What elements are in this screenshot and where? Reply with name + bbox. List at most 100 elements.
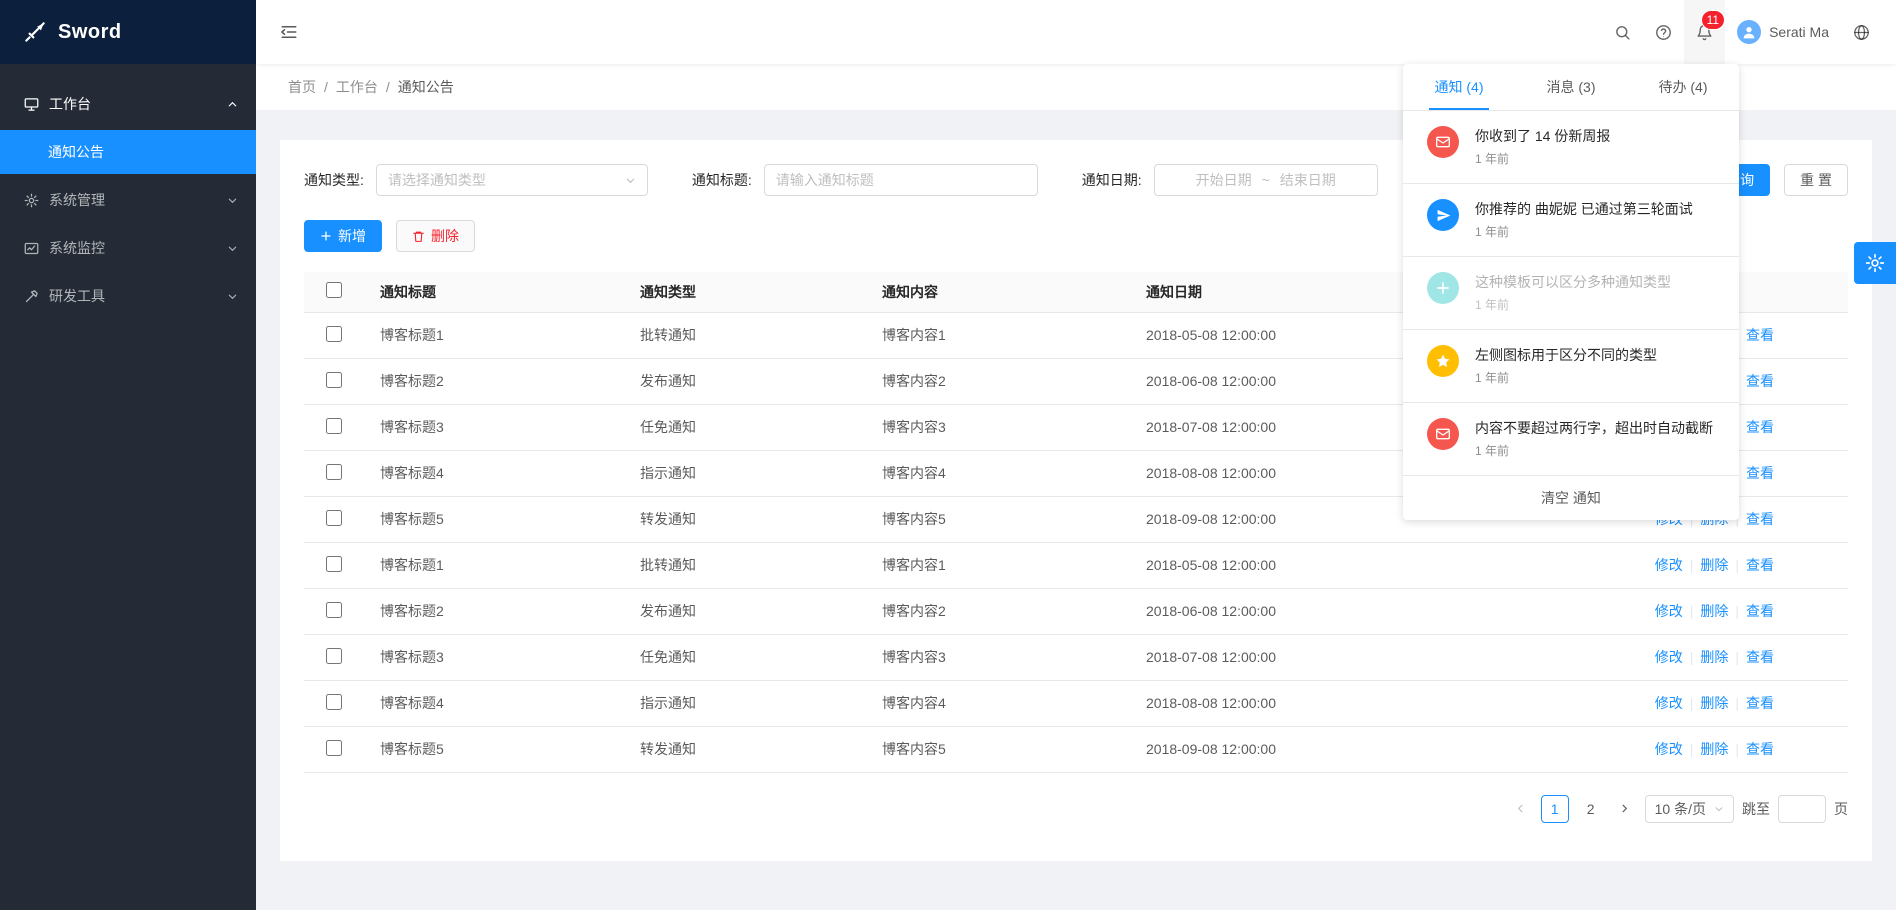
tab-notifications[interactable]: 通知 (4) [1403,64,1515,110]
row-checkbox[interactable] [326,694,342,710]
action-divider: | [1690,649,1694,665]
notification-item[interactable]: 这种模板可以区分多种通知类型 1 年前 [1403,257,1739,330]
menu-fold-icon[interactable] [256,0,322,64]
action-divider: | [1735,741,1739,757]
notice-title-input[interactable] [764,164,1038,196]
edit-link[interactable]: 修改 [1655,603,1683,619]
sidebar-item-label: 研发工具 [49,286,227,306]
row-checkbox[interactable] [326,648,342,664]
edit-link[interactable]: 修改 [1655,649,1683,665]
reset-button[interactable]: 重 置 [1784,164,1848,196]
notification-panel: 通知 (4) 消息 (3) 待办 (4) 你收到了 14 份新周报 1 年前 你… [1403,64,1739,520]
language-globe-icon[interactable] [1841,0,1882,64]
notice-date-range-picker[interactable]: 开始日期 ~ 结束日期 [1154,164,1378,196]
view-link[interactable]: 查看 [1746,603,1774,619]
row-checkbox[interactable] [326,602,342,618]
view-link[interactable]: 查看 [1746,419,1774,435]
page-number-1[interactable]: 1 [1541,795,1569,823]
tab-todos[interactable]: 待办 (4) [1627,64,1739,110]
jump-label: 跳至 [1742,799,1770,819]
delete-link[interactable]: 删除 [1700,741,1728,757]
chevron-down-icon [625,175,636,186]
action-divider: | [1690,741,1694,757]
table-row: 博客标题1 批转通知 博客内容1 2018-05-08 12:00:00 修改|… [304,542,1848,588]
notice-date-label: 通知日期: [1082,170,1142,190]
row-checkbox[interactable] [326,740,342,756]
delete-link[interactable]: 删除 [1700,603,1728,619]
app-root: Sword 工作台 通知公告 [0,0,1896,910]
jump-page-input[interactable] [1778,795,1826,823]
view-link[interactable]: 查看 [1746,741,1774,757]
view-link[interactable]: 查看 [1746,511,1774,527]
notification-item[interactable]: 左侧图标用于区分不同的类型 1 年前 [1403,330,1739,403]
row-checkbox[interactable] [326,326,342,342]
edit-link[interactable]: 修改 [1655,695,1683,711]
select-all-checkbox[interactable] [326,282,342,298]
delete-button[interactable]: 删除 [396,220,475,252]
page-number-2[interactable]: 2 [1577,795,1605,823]
sidebar-item-workbench[interactable]: 工作台 [0,82,256,126]
sidebar-item-label: 工作台 [49,94,227,114]
chevron-up-icon [227,99,238,110]
notification-bell-icon[interactable]: 11 [1684,0,1725,64]
row-checkbox[interactable] [326,556,342,572]
chevron-down-icon [227,243,238,254]
view-link[interactable]: 查看 [1746,327,1774,343]
notice-type-select[interactable]: 请选择通知类型 [376,164,648,196]
row-checkbox[interactable] [326,464,342,480]
sidebar-subitem-label: 通知公告 [48,142,104,162]
monitor-icon [24,241,39,256]
sidebar-item-label: 系统监控 [49,238,227,258]
cell-date: 2018-07-08 12:00:00 [1130,634,1560,680]
search-icon[interactable] [1602,0,1643,64]
view-link[interactable]: 查看 [1746,373,1774,389]
logo[interactable]: Sword [0,0,256,64]
settings-gear-button[interactable] [1854,242,1896,284]
action-divider: | [1735,557,1739,573]
help-icon[interactable] [1643,0,1684,64]
add-button[interactable]: 新增 [304,220,382,252]
notification-item[interactable]: 内容不要超过两行字，超出时自动截断 1 年前 [1403,403,1739,476]
tool-icon [24,289,39,304]
notification-item[interactable]: 你收到了 14 份新周报 1 年前 [1403,111,1739,184]
cell-title: 博客标题5 [364,726,624,772]
add-button-label: 新增 [338,226,366,246]
delete-link[interactable]: 删除 [1700,557,1728,573]
view-link[interactable]: 查看 [1746,557,1774,573]
sidebar-item-system-management[interactable]: 系统管理 [0,178,256,222]
row-checkbox[interactable] [326,418,342,434]
view-link[interactable]: 查看 [1746,649,1774,665]
breadcrumb-home[interactable]: 首页 [288,77,316,97]
end-date-placeholder: 结束日期 [1280,170,1336,190]
column-header-content: 通知内容 [866,272,1130,312]
row-checkbox[interactable] [326,372,342,388]
cell-title: 博客标题4 [364,680,624,726]
row-checkbox[interactable] [326,510,342,526]
cell-type: 任免通知 [624,404,866,450]
page-size-select[interactable]: 10 条/页 [1645,795,1734,823]
notification-item[interactable]: 你推荐的 曲妮妮 已通过第三轮面试 1 年前 [1403,184,1739,257]
cell-title: 博客标题1 [364,542,624,588]
clear-notifications-button[interactable]: 清空 通知 [1403,476,1739,520]
notification-list: 你收到了 14 份新周报 1 年前 你推荐的 曲妮妮 已通过第三轮面试 1 年前 [1403,111,1739,476]
view-link[interactable]: 查看 [1746,695,1774,711]
view-link[interactable]: 查看 [1746,465,1774,481]
cell-title: 博客标题4 [364,450,624,496]
sidebar-item-dev-tools[interactable]: 研发工具 [0,274,256,318]
prev-page-button[interactable] [1509,795,1533,823]
tab-messages[interactable]: 消息 (3) [1515,64,1627,110]
cell-title: 博客标题2 [364,588,624,634]
mail-icon [1427,126,1459,158]
sidebar-item-notice[interactable]: 通知公告 [0,130,256,174]
setting-icon [24,193,39,208]
next-page-button[interactable] [1613,795,1637,823]
sidebar-item-system-monitor[interactable]: 系统监控 [0,226,256,270]
delete-link[interactable]: 删除 [1700,695,1728,711]
table-row: 博客标题5 转发通知 博客内容5 2018-09-08 12:00:00 修改|… [304,726,1848,772]
action-divider: | [1735,695,1739,711]
breadcrumb-workbench[interactable]: 工作台 [336,77,378,97]
edit-link[interactable]: 修改 [1655,557,1683,573]
user-menu[interactable]: Serati Ma [1725,0,1841,64]
delete-link[interactable]: 删除 [1700,649,1728,665]
edit-link[interactable]: 修改 [1655,741,1683,757]
